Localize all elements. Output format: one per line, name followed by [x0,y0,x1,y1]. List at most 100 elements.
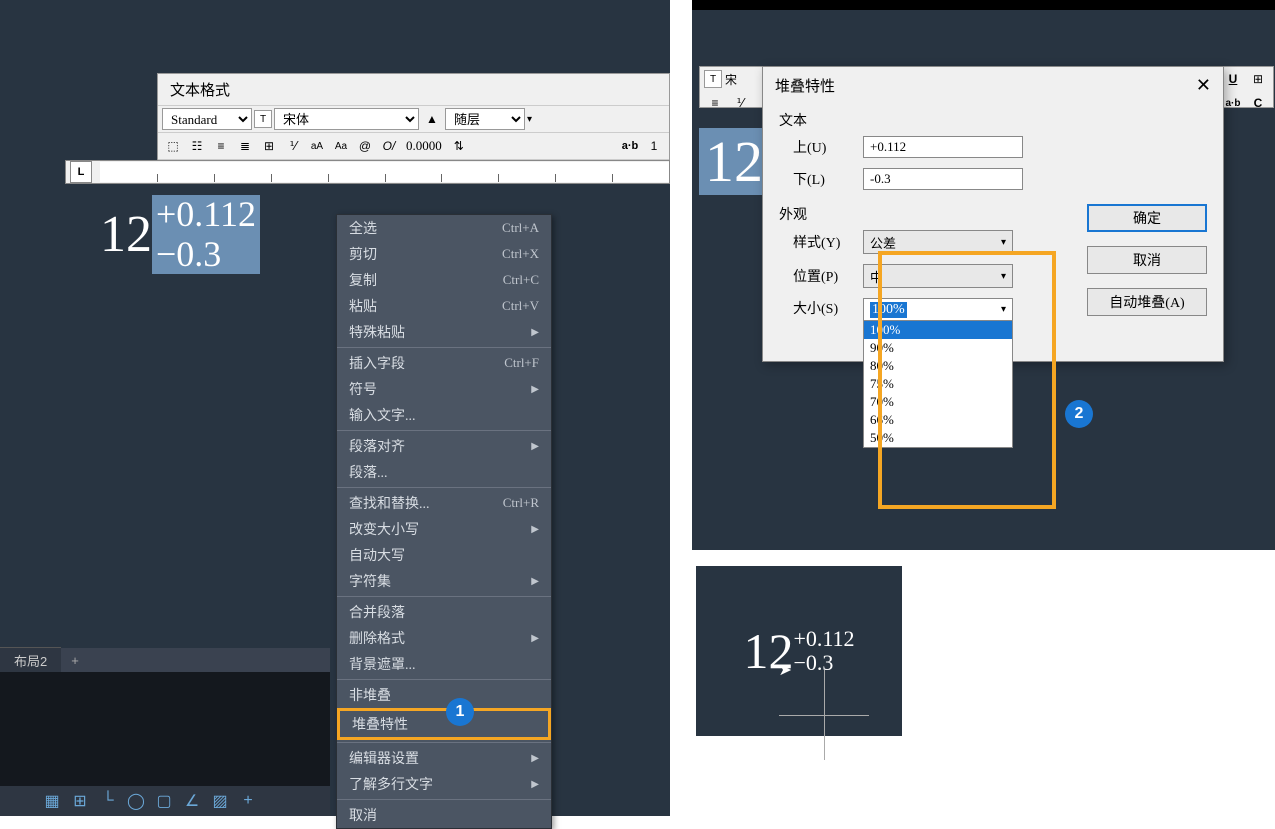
ctx-separator [337,430,551,431]
lower-label: 下(L) [793,169,863,189]
underline-button[interactable]: U [1222,68,1244,90]
size-select-open[interactable]: 100% ▾ 100% 90% 80% 75% 70% 66% 50% [863,298,1013,448]
ctx-symbol[interactable]: 符号▶ [337,376,551,402]
result-preview: 12 +0.112 −0.3 ➤ [696,566,902,736]
format-icon-2[interactable]: ☷ [186,135,208,157]
tolerance-stack: +0.112 −0.3 [152,195,260,274]
size-option[interactable]: 75% [864,375,1012,393]
font-select[interactable]: 宋体 [274,108,419,130]
size-label: 大小(S) [793,298,863,318]
command-area [0,672,330,786]
otrack-icon[interactable]: ▨ [208,789,232,813]
mini-icon-2[interactable]: ⅟ [729,92,751,114]
format-icon-aA[interactable]: aA [306,135,328,157]
ctx-separator [337,799,551,800]
text-group-label: 文本 [779,110,1207,130]
format-icon-6[interactable]: ⅟ [282,135,304,157]
ctx-cancel[interactable]: 取消 [337,802,551,828]
mini-opt-icon[interactable]: ⊞ [1247,68,1269,90]
upper-input[interactable] [863,136,1023,158]
context-menu: 全选Ctrl+A 剪切Ctrl+X 复制Ctrl+C 粘贴Ctrl+V 特殊粘贴… [336,214,552,829]
grid2-icon[interactable]: ⊞ [68,789,92,813]
annotation-icon[interactable]: ▲ [421,108,443,130]
ctx-paste-special[interactable]: 特殊粘贴▶ [337,319,551,345]
result-tolerance-stack: +0.112 −0.3 [793,627,854,675]
osnap-icon[interactable]: ▢ [152,789,176,813]
tolerance-lower: −0.3 [156,235,256,275]
ab-icon[interactable]: a·b [619,135,641,157]
ctx-editor-settings[interactable]: 编辑器设置▶ [337,745,551,771]
ctx-separator [337,742,551,743]
format-icon-3[interactable]: ≡ [210,135,232,157]
text-icon: T [254,110,272,128]
size-option[interactable]: 100% [864,321,1012,339]
ruler[interactable]: L [65,160,670,184]
tolerance-text[interactable]: 12 +0.112 −0.3 [100,195,260,274]
mini-icon-1[interactable]: ≡ [704,92,726,114]
ctx-paste[interactable]: 粘贴Ctrl+V [337,293,551,319]
format-icon-5[interactable]: ⊞ [258,135,280,157]
ctx-remove-format[interactable]: 删除格式▶ [337,625,551,651]
format-icon-4[interactable]: ≣ [234,135,256,157]
ctx-find-replace[interactable]: 查找和替换...Ctrl+R [337,490,551,516]
ctx-change-case[interactable]: 改变大小写▶ [337,516,551,542]
ctx-paragraph[interactable]: 段落... [337,459,551,485]
ctx-unstack[interactable]: 非堆叠 [337,682,551,708]
dialog-title: 堆叠特性 [775,75,835,96]
ctx-separator [337,596,551,597]
big-number-12: 12 [699,128,769,195]
ctx-copy[interactable]: 复制Ctrl+C [337,267,551,293]
ctx-learn-mtext[interactable]: 了解多行文字▶ [337,771,551,797]
format-icon-7[interactable]: ⇅ [448,135,470,157]
style-label: 样式(Y) [793,232,863,252]
dyninput-icon[interactable]: + [236,789,260,813]
ctx-stack-properties[interactable]: 堆叠特性 [337,708,551,740]
size-option[interactable]: 50% [864,429,1012,447]
format-italic-icon[interactable]: O/ [378,135,400,157]
polar-icon[interactable]: ◯ [124,789,148,813]
ctx-bg-mask[interactable]: 背景遮罩... [337,651,551,677]
ab-button[interactable]: a·b [1222,92,1244,114]
upper-label: 上(U) [793,137,863,157]
angle-icon[interactable]: ∠ [180,789,204,813]
dialog-close-button[interactable]: ✕ [1196,75,1211,96]
text-icon: T [704,70,722,88]
cancel-button[interactable]: 取消 [1087,246,1207,274]
size-option[interactable]: 66% [864,411,1012,429]
position-label: 位置(P) [793,266,863,286]
add-tab-button[interactable]: + [63,650,87,671]
format-window-title: 文本格式 [158,74,669,106]
callout-badge-1: 1 [446,698,474,726]
size-option[interactable]: 80% [864,357,1012,375]
ctx-select-all[interactable]: 全选Ctrl+A [337,215,551,241]
ctx-separator [337,347,551,348]
ortho-icon[interactable]: └ [96,789,120,813]
ctx-cut[interactable]: 剪切Ctrl+X [337,241,551,267]
size-option[interactable]: 90% [864,339,1012,357]
ruler-origin-marker[interactable]: L [70,161,92,183]
style-select[interactable]: 公差▾ [863,230,1013,254]
ctx-import-text[interactable]: 输入文字... [337,402,551,428]
layout-tab[interactable]: 布局2 [0,647,61,673]
ctx-insert-field[interactable]: 插入字段Ctrl+F [337,350,551,376]
ctx-combine-para[interactable]: 合并段落 [337,599,551,625]
grid-icon[interactable]: ▦ [40,789,64,813]
format-icon-at[interactable]: @ [354,135,376,157]
ruler-scale [100,162,669,182]
ctx-para-align[interactable]: 段落对齐▶ [337,433,551,459]
format-icon-1[interactable]: ⬚ [162,135,184,157]
format-icon-8[interactable]: 1 [643,135,665,157]
lower-input[interactable] [863,168,1023,190]
size-option[interactable]: 70% [864,393,1012,411]
style-select[interactable]: Standard [162,108,252,130]
ctx-charset[interactable]: 字符集▶ [337,568,551,594]
callout-badge-2: 2 [1065,400,1093,428]
ok-button[interactable]: 确定 [1087,204,1207,232]
mini-icon-3[interactable]: C [1247,92,1269,114]
layer-select[interactable]: 随层 [445,108,525,130]
result-upper: +0.112 [793,627,854,651]
format-icon-Aa[interactable]: Aa [330,135,352,157]
position-select[interactable]: 中▾ [863,264,1013,288]
ctx-auto-caps[interactable]: 自动大写 [337,542,551,568]
auto-stack-button[interactable]: 自动堆叠(A) [1087,288,1207,316]
